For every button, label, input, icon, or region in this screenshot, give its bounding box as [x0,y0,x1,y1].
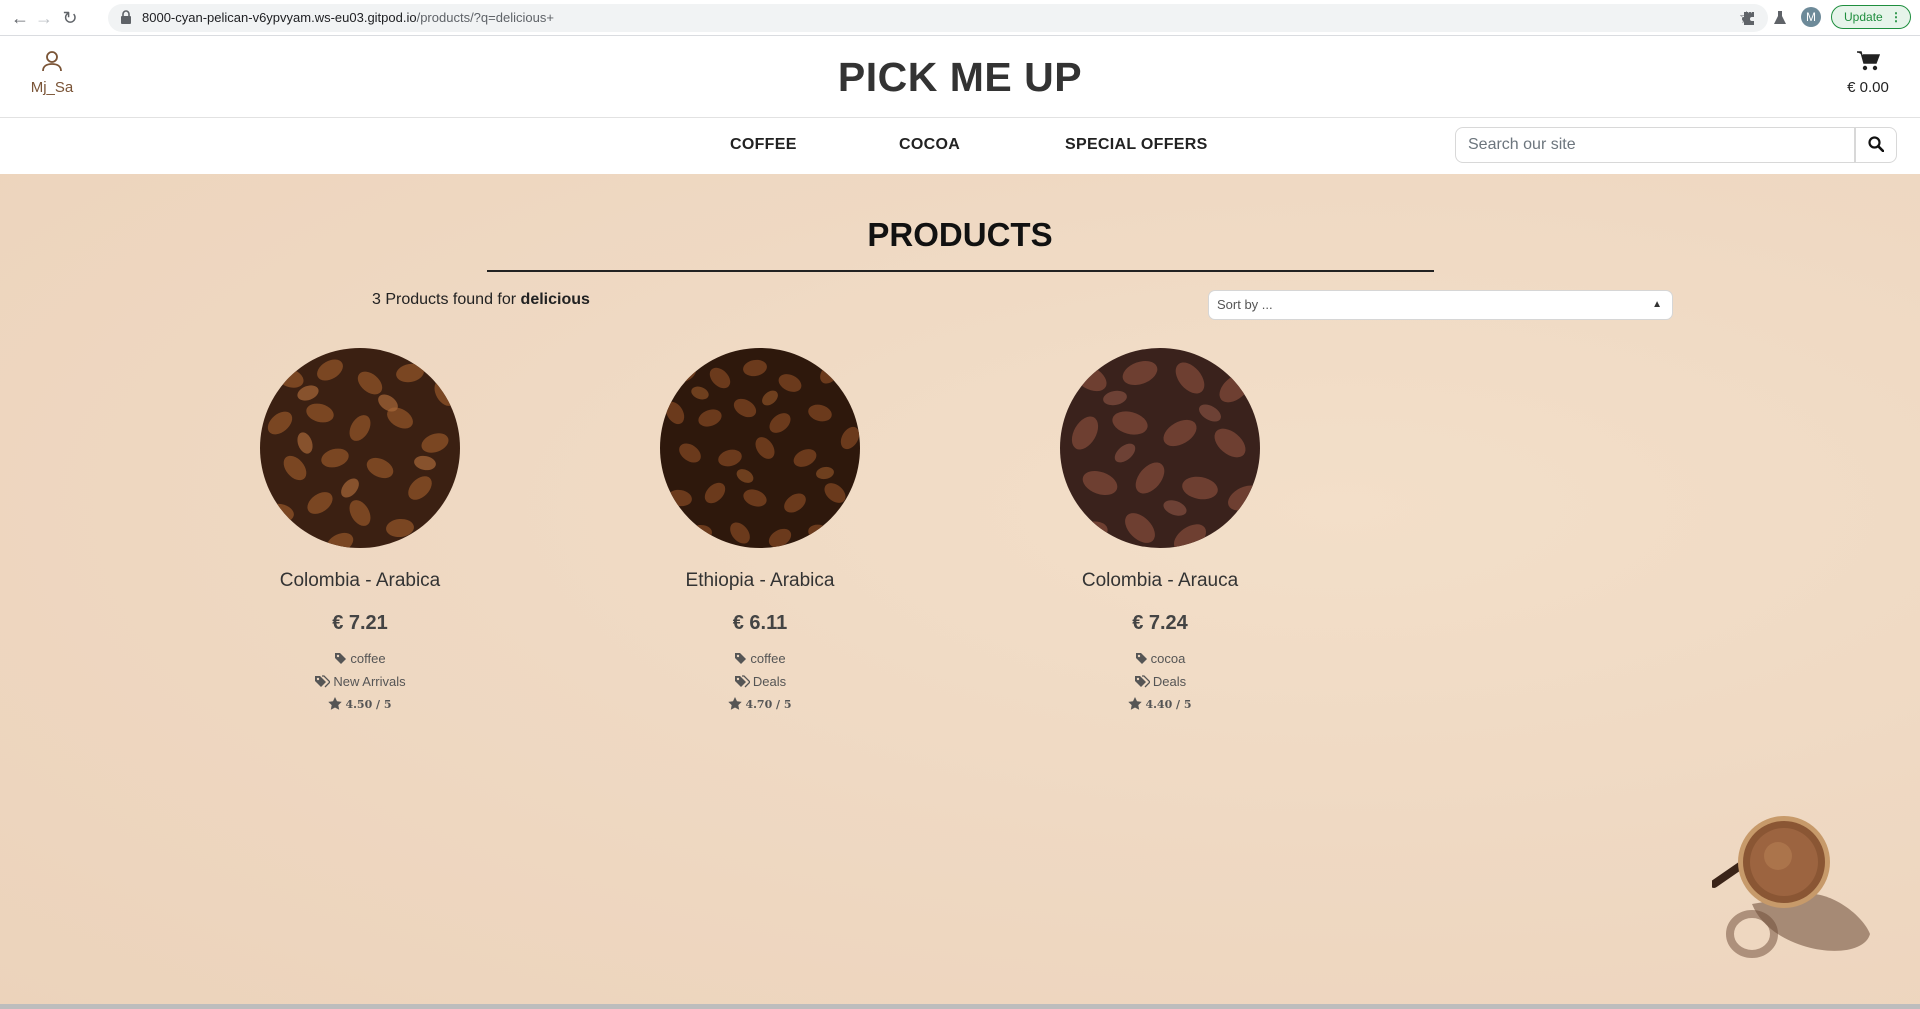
update-button[interactable]: Update ⋮ [1831,5,1911,29]
product-rating: 4.70 / 5 [610,693,910,716]
lock-icon [121,10,131,24]
page-title: PRODUCTS [867,216,1053,253]
star-icon [328,697,343,710]
product-tag-link[interactable]: Deals [1010,670,1310,693]
product-name[interactable]: Colombia - Arabica [210,570,510,592]
product-rating: 4.40 / 5 [1010,693,1310,716]
tag-icon [735,653,747,664]
site-logo[interactable]: PICK ME UP [0,54,1920,101]
product-price: € 7.21 [332,612,388,634]
product-tag-link[interactable]: Deals [610,670,910,693]
product-image[interactable] [660,348,860,548]
product-name[interactable]: Colombia - Arauca [1010,570,1310,592]
product-name[interactable]: Ethiopia - Arabica [610,570,910,592]
product-category-link[interactable]: cocoa [1010,647,1310,670]
shopping-bag-link[interactable]: € 0.00 [1838,50,1898,96]
main-nav: COFFEE COCOA SPECIAL OFFERS [0,118,1920,174]
nav-special-offers[interactable]: SPECIAL OFFERS [1065,136,1208,154]
sort-select[interactable]: Sort by ... ▲ [1208,290,1673,320]
cart-icon [1857,51,1881,71]
address-bar[interactable]: 8000-cyan-pelican-v6ypvyam.ws-eu03.gitpo… [108,4,1768,32]
back-icon[interactable]: ← [10,8,30,28]
results-count: 3 Products found for delicious [372,291,590,308]
product-price: € 7.24 [1132,612,1188,634]
product-rating: 4.50 / 5 [210,693,510,716]
browser-toolbar: ← → ↻ 8000-cyan-pelican-v6ypvyam.ws-eu03… [0,0,1920,36]
profile-avatar[interactable]: M [1801,7,1821,27]
coffee-mug-decoration [1712,816,1870,958]
product-category-link[interactable]: coffee [610,647,910,670]
product-tag-link[interactable]: New Arrivals [210,670,510,693]
url-text: 8000-cyan-pelican-v6ypvyam.ws-eu03.gitpo… [142,10,554,25]
forward-icon[interactable]: → [34,8,54,28]
tags-icon [315,675,332,688]
product-card: Colombia - Arabica € 7.21 coffee New Arr… [210,348,510,716]
tags-icon [1134,675,1151,688]
nav-cocoa[interactable]: COCOA [899,136,960,154]
lab-flask-icon[interactable] [1770,8,1790,28]
product-meta: coffee Deals 4.70 / 5 [610,647,910,716]
tags-icon [734,675,751,688]
nav-coffee[interactable]: COFFEE [730,136,797,154]
product-image[interactable] [260,348,460,548]
product-image[interactable] [1060,348,1260,548]
extensions-icon[interactable] [1738,8,1758,28]
products-page: PRODUCTS 3 Products found for delicious … [0,174,1920,1009]
select-caret-icon: ▲ [1652,299,1662,310]
product-meta: coffee New Arrivals 4.50 / 5 [210,647,510,716]
star-icon [1128,697,1143,710]
title-divider [487,270,1434,272]
search-query: delicious [520,291,590,308]
product-price: € 6.11 [732,612,788,634]
product-meta: cocoa Deals 4.40 / 5 [1010,647,1310,716]
product-category-link[interactable]: coffee [210,647,510,670]
product-card: Colombia - Arauca € 7.24 cocoa Deals 4.4… [1010,348,1310,716]
tag-icon [335,653,347,664]
taskbar-strip [0,1004,1920,1009]
search-icon [1868,135,1885,152]
bag-total: € 0.00 [1847,79,1889,96]
search-input[interactable] [1455,127,1855,163]
site-header: Mj_Sa PICK ME UP € 0.00 [0,36,1920,118]
menu-dots-icon[interactable]: ⋮ [1890,6,1902,28]
reload-icon[interactable]: ↻ [60,8,80,28]
search-button[interactable] [1855,127,1897,163]
star-icon [728,697,743,710]
product-card: Ethiopia - Arabica € 6.11 coffee Deals 4… [610,348,910,716]
tag-icon [1135,653,1147,664]
